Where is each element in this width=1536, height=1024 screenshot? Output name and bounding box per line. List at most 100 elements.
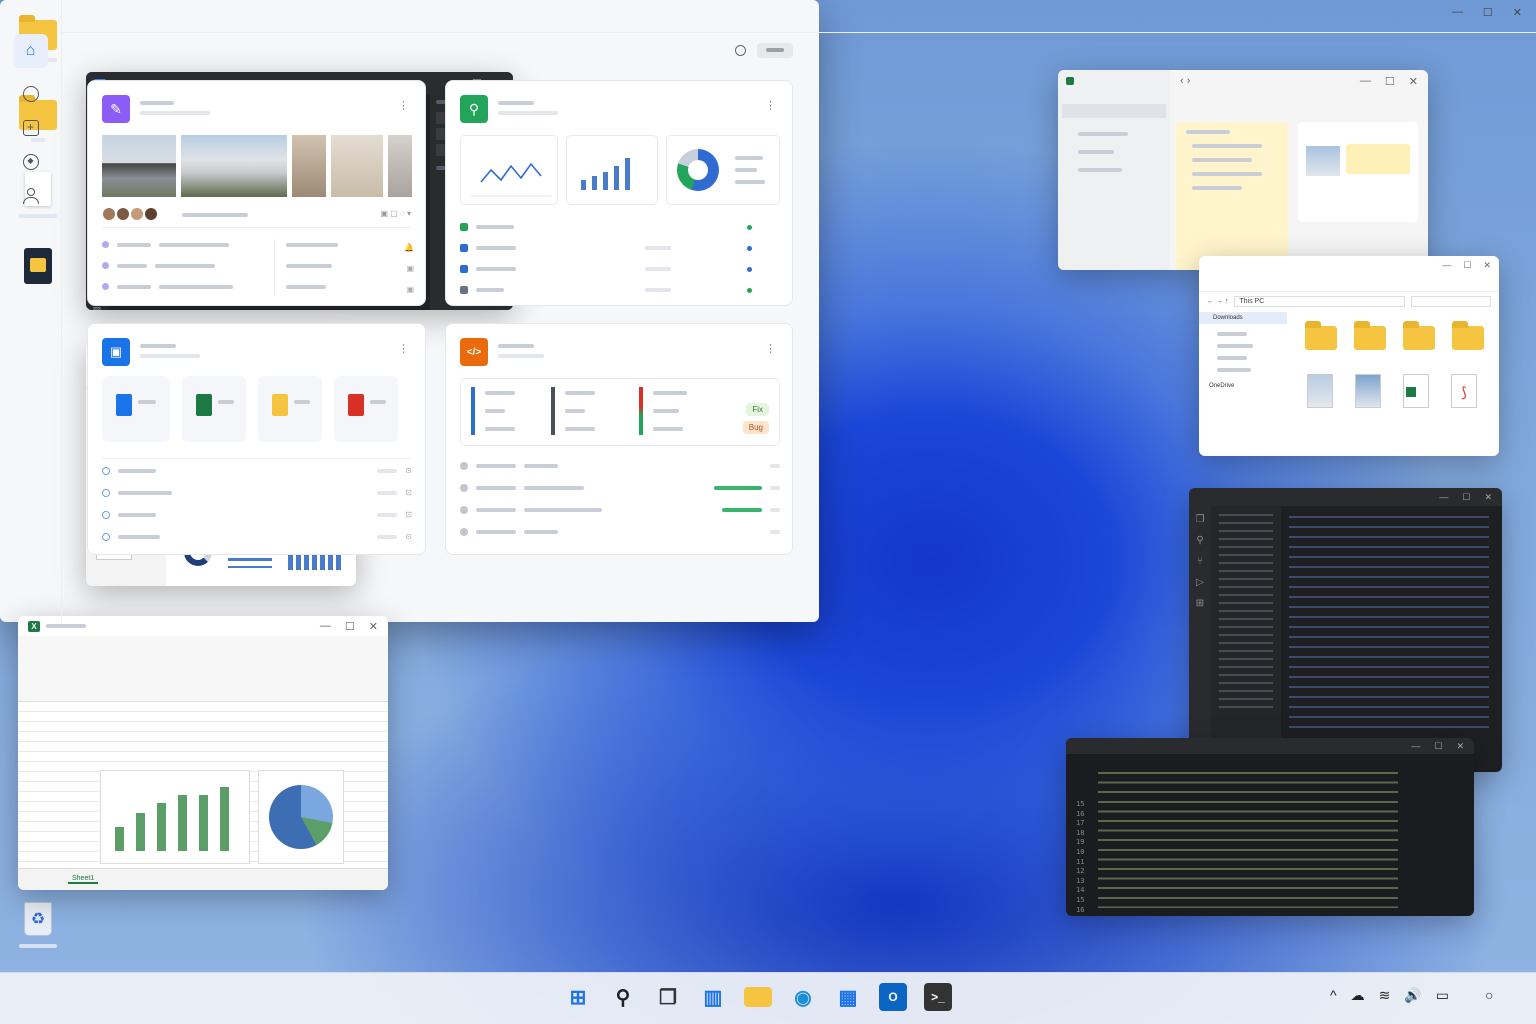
gallery-photo-4[interactable] xyxy=(331,135,383,197)
donut-chart-tile[interactable] xyxy=(666,135,780,205)
more-options-icon[interactable]: ⋮ xyxy=(765,342,776,355)
close-button[interactable]: ✕ xyxy=(1484,492,1492,503)
code-card[interactable]: </> ⋮ Fix Bug xyxy=(445,323,793,555)
minimize-button[interactable]: — xyxy=(1360,75,1371,88)
more-options-icon[interactable]: ⋮ xyxy=(398,99,409,112)
minimize-button[interactable]: — xyxy=(320,620,331,633)
image-file-icon[interactable] xyxy=(1355,374,1381,408)
excel-window[interactable]: X — ☐ ✕ Sheet1 xyxy=(18,616,388,890)
more-options-icon[interactable]: ⋮ xyxy=(398,342,409,355)
home-icon[interactable]: ⌂ xyxy=(13,34,48,68)
maximize-button[interactable]: ☐ xyxy=(1462,492,1470,503)
back-forward-buttons[interactable]: ‹ › xyxy=(1180,75,1190,87)
show-hidden-icons[interactable]: ^ xyxy=(1330,987,1337,1004)
gallery-photo-5[interactable] xyxy=(388,135,412,197)
search-icon[interactable] xyxy=(735,45,746,56)
edge-icon[interactable]: ◉ xyxy=(789,983,817,1011)
close-button[interactable]: ✕ xyxy=(369,620,378,633)
widgets-icon[interactable]: ▥ xyxy=(699,983,727,1011)
maximize-button[interactable]: ☐ xyxy=(345,620,355,633)
close-button[interactable]: ✕ xyxy=(1483,260,1491,271)
add-icon[interactable]: + xyxy=(22,120,39,136)
gallery-photo-3[interactable] xyxy=(292,135,326,197)
sheet-tab[interactable]: Sheet1 xyxy=(68,875,99,884)
search-icon[interactable]: ⚲ xyxy=(609,983,637,1011)
image-icon[interactable]: ▣ xyxy=(406,264,414,273)
terminal-window[interactable]: — ☐ ✕ 151617181910111213141516171819 xyxy=(1066,738,1474,916)
start-icon[interactable]: ⊞ xyxy=(564,983,592,1011)
spreadsheet-file-icon[interactable] xyxy=(1403,374,1429,408)
explorer-search-input[interactable] xyxy=(1411,295,1491,307)
fix-tag: Fix xyxy=(746,403,769,416)
sheet-file-tile[interactable] xyxy=(182,376,246,442)
git-graph[interactable]: Fix Bug xyxy=(460,378,780,446)
checkbox[interactable] xyxy=(460,265,468,273)
search-icon[interactable] xyxy=(22,86,39,102)
minimize-button[interactable]: — xyxy=(1411,741,1420,752)
note-file-tile[interactable] xyxy=(258,376,322,442)
outlook-icon[interactable]: O xyxy=(879,983,907,1011)
task-card[interactable] xyxy=(1298,122,1418,222)
search-icon[interactable]: ⚲ xyxy=(1196,535,1203,546)
design-card[interactable]: ✎ ⋮ ▣ ▢ ◌ ▾ 🔔 ▣ ▣ xyxy=(87,80,426,306)
image-file-icon[interactable] xyxy=(1307,374,1333,408)
yellow-note-card[interactable] xyxy=(1176,122,1288,270)
user-icon[interactable] xyxy=(22,188,39,204)
bell-icon[interactable]: 🔔 xyxy=(404,243,414,252)
file-explorer-icon[interactable]: ▬ xyxy=(744,986,772,1008)
bar-chart-tile[interactable] xyxy=(566,135,658,205)
recycle-bin[interactable]: ♻ xyxy=(18,902,58,948)
wifi-icon[interactable]: ≋ xyxy=(1379,987,1391,1004)
task-view-icon[interactable]: ❐ xyxy=(654,983,682,1011)
maximize-button[interactable]: ☐ xyxy=(1385,75,1395,88)
folder-icon[interactable] xyxy=(1305,321,1337,350)
close-button[interactable]: ✕ xyxy=(1513,6,1522,19)
folder-icon[interactable] xyxy=(1452,321,1484,350)
address-bar[interactable]: This PC xyxy=(1234,295,1405,307)
source-control-icon[interactable]: ⑂ xyxy=(1197,556,1203,567)
item-icons[interactable]: ▣ ▢ ◌ ▾ xyxy=(380,209,411,218)
pdf-file-tile[interactable] xyxy=(334,376,398,442)
line-chart-tile[interactable] xyxy=(460,135,558,205)
documents-card[interactable]: ▣ ⋮ ⊙ ⊡ ⊡ ⊙ xyxy=(87,323,426,555)
gallery-photo-1[interactable] xyxy=(102,135,176,197)
onedrive-icon[interactable]: ☁ xyxy=(1351,987,1365,1004)
sidebar-item-onedrive[interactable]: OneDrive xyxy=(1199,380,1287,392)
terminal-icon[interactable]: >_ xyxy=(924,983,952,1011)
maximize-button[interactable]: ☐ xyxy=(1434,741,1442,752)
close-button[interactable]: ✕ xyxy=(1409,75,1418,88)
file-explorer-window[interactable]: — ☐ ✕ ← → ↑ This PC Downloads OneDrive ⟆ xyxy=(1199,256,1499,456)
line-chart-svg xyxy=(471,162,551,197)
more-options-icon[interactable]: ⋮ xyxy=(765,99,776,112)
extensions-icon[interactable]: ⊞ xyxy=(1196,598,1204,609)
folder-icon[interactable] xyxy=(1403,321,1435,350)
battery-icon[interactable]: ▭ xyxy=(1436,987,1449,1004)
volume-icon[interactable]: 🔊 xyxy=(1404,987,1421,1004)
maximize-button[interactable]: ☐ xyxy=(1483,6,1493,19)
compass-icon[interactable]: ◆ xyxy=(22,154,39,170)
close-button[interactable]: ✕ xyxy=(1456,741,1464,752)
profile-pill[interactable] xyxy=(757,43,793,58)
checkbox[interactable] xyxy=(460,244,468,252)
minimize-button[interactable]: — xyxy=(1452,6,1463,19)
minimize-button[interactable]: — xyxy=(1442,260,1451,271)
checkbox[interactable] xyxy=(460,223,468,231)
sidebar-item-downloads[interactable]: Downloads xyxy=(1199,312,1287,324)
notes-window[interactable]: ‹ › — ☐ ✕ xyxy=(1058,70,1428,270)
pdf-file-icon[interactable]: ⟆ xyxy=(1451,374,1477,408)
explorer-icon[interactable]: ❐ xyxy=(1196,514,1205,525)
minimize-button[interactable]: — xyxy=(1439,492,1448,503)
checkbox[interactable] xyxy=(460,286,468,294)
code-editor-window[interactable]: — ☐ ✕ ❐ ⚲ ⑂ ▷ ⊞ xyxy=(1189,488,1502,772)
gallery-photo-2[interactable] xyxy=(181,135,287,197)
maximize-button[interactable]: ☐ xyxy=(1463,260,1471,271)
analytics-card[interactable]: ⚲ ⋮ xyxy=(445,80,793,306)
doc-file-tile[interactable] xyxy=(102,376,170,442)
image-icon[interactable]: ▣ xyxy=(406,285,414,294)
folder-icon[interactable] xyxy=(1354,321,1386,350)
nav-arrows[interactable]: ← → ↑ xyxy=(1207,298,1228,305)
dashboard-window[interactable]: — ☐ ✕ ⌂ + ◆ ✎ ⋮ ▣ ▢ ◌ ▾ 🔔 ▣ ▣ ⚲ ⋮ ▣ ⋮ ⊙ … xyxy=(0,0,1536,622)
debug-icon[interactable]: ▷ xyxy=(1196,577,1204,588)
notification-icon[interactable]: ○ xyxy=(1485,987,1493,1004)
store-icon[interactable]: ▦ xyxy=(834,983,862,1011)
